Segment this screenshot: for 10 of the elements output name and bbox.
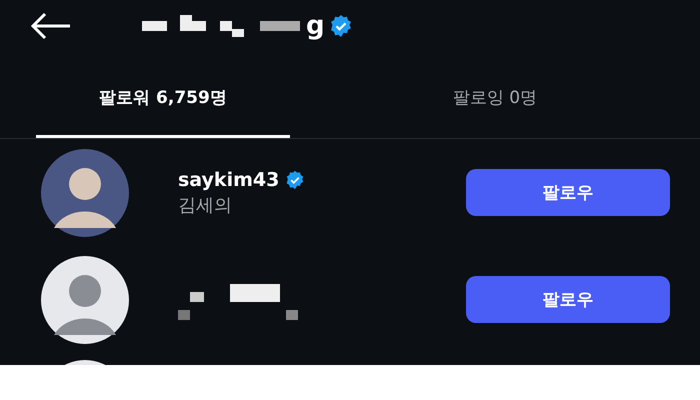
display-name: 김세의 bbox=[178, 194, 233, 216]
avatar[interactable] bbox=[40, 148, 130, 238]
tab[interactable]: 팔로잉 0명 bbox=[368, 52, 622, 138]
back-arrow-icon[interactable] bbox=[30, 12, 72, 40]
avatar[interactable] bbox=[40, 254, 130, 344]
username[interactable]: saykim43 bbox=[178, 168, 280, 190]
window-title: g bbox=[306, 11, 325, 41]
follow-button[interactable]: 팔로우 bbox=[466, 276, 670, 323]
follow-button[interactable]: 팔로우 bbox=[466, 169, 670, 216]
tab[interactable]: 팔로워 6,759명 bbox=[36, 52, 290, 138]
